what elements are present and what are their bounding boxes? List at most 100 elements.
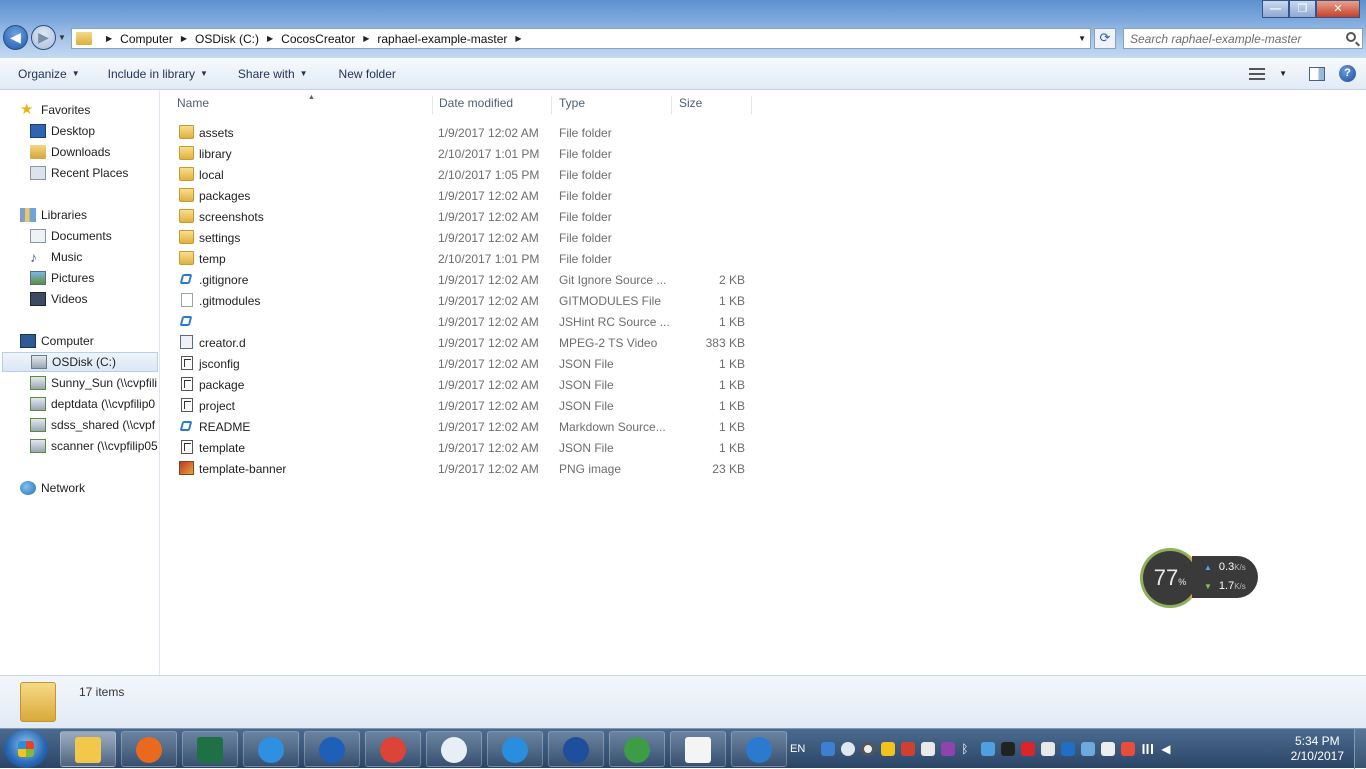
nav-osdisk[interactable]: OSDisk (C:) (2, 352, 158, 372)
phone-icon[interactable] (1101, 742, 1116, 756)
home-icon[interactable] (1041, 742, 1056, 756)
search-icon[interactable] (1346, 32, 1356, 42)
vpn-icon[interactable] (901, 742, 916, 756)
back-button[interactable]: ◀ (3, 25, 28, 50)
address-bar[interactable]: ▶ Computer ▶ OSDisk (C:) ▶ CocosCreator … (71, 28, 1091, 49)
breadcrumb-cocoscreator[interactable]: CocosCreator (281, 32, 355, 46)
nav-documents[interactable]: Documents (0, 226, 158, 246)
nav-pictures[interactable]: Pictures (0, 268, 158, 288)
chevron-right-icon[interactable]: ▶ (363, 34, 369, 43)
notes-icon[interactable] (941, 742, 956, 756)
organize-button[interactable]: Organize ▼ (9, 67, 89, 81)
change-view-icon[interactable] (1249, 67, 1266, 80)
new-folder-button[interactable]: New folder (330, 67, 405, 81)
taskbar-button-media-player[interactable] (121, 731, 177, 767)
taskbar-button-internet-explorer[interactable] (487, 731, 543, 767)
nav-drive-scanner[interactable]: scanner (\\cvpfilip05 (0, 436, 158, 456)
taskbar-button-app-g[interactable] (243, 731, 299, 767)
wifi-signal-icon[interactable] (1141, 744, 1156, 754)
breadcrumb-osdisk[interactable]: OSDisk (C:) (195, 32, 259, 46)
taskbar-button-excel[interactable] (182, 731, 238, 767)
table-row[interactable]: creator.d 1/9/2017 12:02 AM MPEG-2 TS Vide… (175, 332, 755, 353)
table-row[interactable]: .gitignore 1/9/2017 12:02 AM Git Ignore So… (175, 269, 755, 290)
table-row[interactable]: packages 1/9/2017 12:02 AM File folder (175, 185, 755, 206)
column-header-name[interactable]: ▲ Name (170, 94, 433, 114)
column-header-date[interactable]: Date modified (432, 96, 552, 114)
shield-icon[interactable] (821, 742, 836, 756)
taskbar-button-vscode[interactable] (731, 731, 787, 767)
view-dropdown-icon[interactable]: ▼ (1279, 69, 1287, 78)
refresh-button[interactable]: ⟳ (1094, 28, 1116, 49)
taskbar-button-app-arrow[interactable] (548, 731, 604, 767)
bluetooth-icon[interactable]: ᛒ (961, 742, 975, 756)
nav-drive-sdss-shared[interactable]: sdss_shared (\\cvpf (0, 415, 158, 435)
share-with-button[interactable]: Share with ▼ (229, 67, 317, 81)
clock[interactable]: 5:34 PM 2/10/2017 (1291, 734, 1344, 764)
table-row[interactable]: template-banner 1/9/2017 12:02 AM PNG imag… (175, 458, 755, 479)
norton-icon[interactable] (881, 742, 896, 756)
column-header-size[interactable]: Size (672, 96, 752, 114)
table-row[interactable]: library 2/10/2017 1:01 PM File folder (175, 143, 755, 164)
maximize-button[interactable]: ❐ (1289, 0, 1316, 18)
chevron-right-icon[interactable]: ▶ (267, 34, 273, 43)
sync-icon[interactable] (1081, 742, 1096, 756)
nav-desktop[interactable]: Desktop (0, 121, 158, 141)
table-row[interactable]: jsconfig 1/9/2017 12:02 AM JSON File 1 KB (175, 353, 755, 374)
table-row[interactable]: README 1/9/2017 12:02 AM Markdown Source..… (175, 416, 755, 437)
tool-icon[interactable] (1001, 742, 1016, 756)
chevron-right-icon[interactable]: ▶ (181, 34, 187, 43)
nav-recent-places[interactable]: Recent Places (0, 163, 158, 183)
address-dropdown-icon[interactable]: ▼ (1078, 34, 1086, 43)
help-icon[interactable]: ? (1339, 65, 1356, 82)
search-input[interactable] (1130, 31, 1335, 46)
table-row[interactable]: assets 1/9/2017 12:02 AM File folder (175, 122, 755, 143)
network-status-icon[interactable] (981, 742, 996, 756)
table-row[interactable]: package 1/9/2017 12:02 AM JSON File 1 KB (175, 374, 755, 395)
outlook-icon[interactable] (1061, 742, 1076, 756)
taskbar-button-cloud-app[interactable] (304, 731, 360, 767)
include-in-library-button[interactable]: Include in library ▼ (99, 67, 217, 81)
show-desktop-button[interactable] (1354, 729, 1366, 769)
table-row[interactable]: settings 1/9/2017 12:02 AM File folder (175, 227, 755, 248)
nav-drive-sunny[interactable]: Sunny_Sun (\\cvpfili (0, 373, 158, 393)
breadcrumb-computer[interactable]: Computer (120, 32, 173, 46)
action-center-icon[interactable] (1121, 742, 1136, 756)
close-button[interactable]: ✕ (1316, 0, 1360, 18)
search-box[interactable] (1123, 28, 1363, 49)
drop-icon[interactable] (841, 742, 856, 756)
chevron-right-icon[interactable]: ▶ (515, 34, 521, 43)
taskbar-button-file-explorer[interactable] (60, 731, 116, 767)
table-row[interactable]: temp 2/10/2017 1:01 PM File folder (175, 248, 755, 269)
taskbar-button-drop-app[interactable] (426, 731, 482, 767)
table-row[interactable]: screenshots 1/9/2017 12:02 AM File folder (175, 206, 755, 227)
mail-icon[interactable] (921, 742, 936, 756)
nav-downloads[interactable]: Downloads (0, 142, 158, 162)
volume-icon[interactable]: ◀ (1161, 742, 1175, 756)
red-square-icon[interactable] (1021, 742, 1036, 756)
table-row[interactable]: project 1/9/2017 12:02 AM JSON File 1 KB (175, 395, 755, 416)
nav-drive-deptdata[interactable]: deptdata (\\cvpfilip0 (0, 394, 158, 414)
recent-pages-dropdown-icon[interactable]: ▼ (58, 33, 66, 42)
taskbar-button-green-app[interactable] (609, 731, 665, 767)
start-button[interactable] (4, 730, 48, 768)
nav-computer[interactable]: Computer (0, 331, 158, 351)
network-speed-widget[interactable]: 77% ▲ 0.3 K/s ▼ 1.7 K/s (1140, 548, 1260, 608)
preview-pane-icon[interactable] (1309, 66, 1325, 81)
table-row[interactable]: local 2/10/2017 1:05 PM File folder (175, 164, 755, 185)
column-header-type[interactable]: Type (552, 96, 672, 114)
table-row[interactable]: .gitmodules 1/9/2017 12:02 AM GITMODULES F… (175, 290, 755, 311)
table-row[interactable]: 1/9/2017 12:02 AM JSHint RC Source ... 1 K… (175, 311, 755, 332)
table-row[interactable]: template 1/9/2017 12:02 AM JSON File 1 KB (175, 437, 755, 458)
nav-videos[interactable]: Videos (0, 289, 158, 309)
forward-button[interactable]: ▶ (31, 25, 56, 50)
minimize-button[interactable]: — (1262, 0, 1289, 18)
breadcrumb-raphael-example-master[interactable]: raphael-example-master (377, 32, 507, 46)
target-icon[interactable] (861, 742, 876, 756)
nav-network[interactable]: Network (0, 478, 158, 498)
taskbar-button-chart-app[interactable] (670, 731, 726, 767)
chevron-right-icon[interactable]: ▶ (106, 34, 112, 43)
nav-libraries[interactable]: Libraries (0, 205, 158, 225)
nav-favorites[interactable]: ★ Favorites (0, 100, 158, 120)
nav-music[interactable]: ♪ Music (0, 247, 158, 267)
language-indicator[interactable]: EN (790, 743, 805, 755)
